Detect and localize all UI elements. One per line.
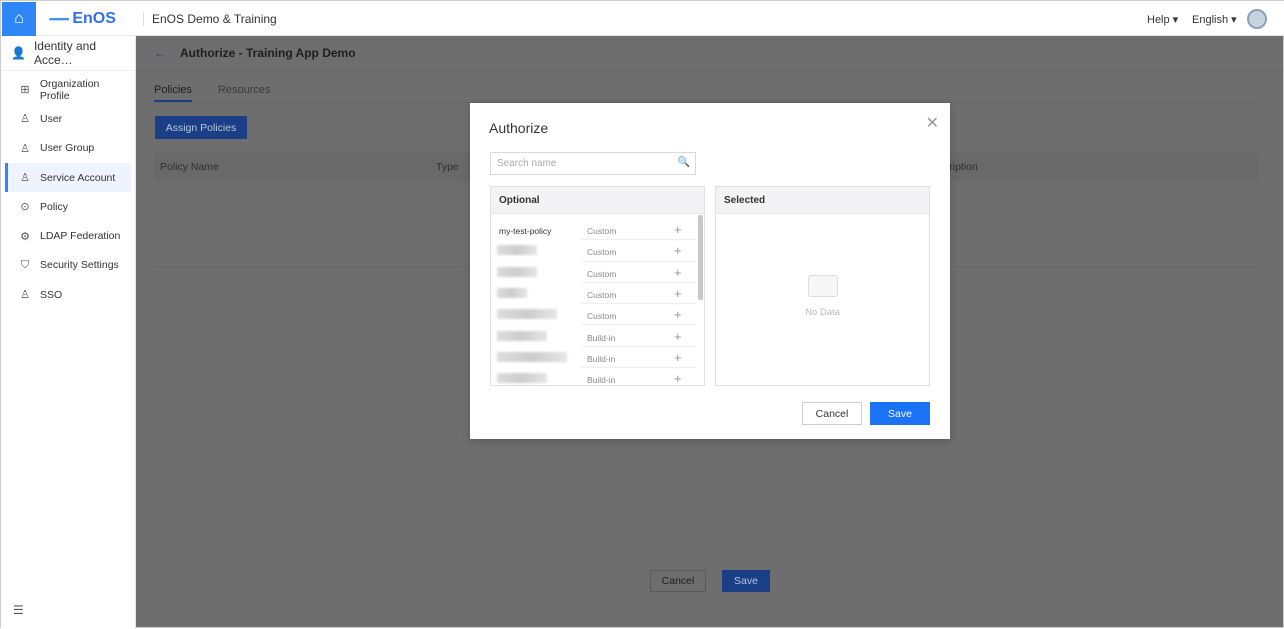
sidebar-item[interactable]: ⛉ Security Settings — [5, 251, 131, 280]
sidebar-item-label: User Group — [40, 142, 95, 155]
plus-icon[interactable]: + — [674, 371, 682, 386]
shield-icon: ⛉ — [20, 258, 30, 271]
tab-resources[interactable]: Resources — [218, 84, 271, 102]
blurred-policy-name — [497, 266, 537, 277]
optional-header: Optional — [491, 187, 704, 214]
policy-type: Custom — [587, 289, 617, 300]
list-item[interactable]: my-test-policy Custom + — [491, 219, 696, 241]
sidebar-item-label: LDAP Federation — [40, 230, 121, 243]
user-icon: ♙ — [20, 113, 30, 126]
plus-icon[interactable]: + — [674, 222, 682, 237]
policy-type: Custom — [587, 268, 617, 279]
list-item[interactable]: Build-in + — [491, 368, 696, 389]
column-type: Type — [436, 161, 459, 173]
authorize-dialog: Authorize ✕ Search name 🔍 Optional my-tes… — [470, 103, 950, 439]
help-menu[interactable]: Help ▾ — [1147, 13, 1178, 26]
policy-type: Build-in — [587, 375, 616, 386]
list-item[interactable]: Custom + — [491, 262, 696, 283]
policy-type: Custom — [587, 226, 617, 236]
blurred-policy-name — [497, 287, 527, 298]
blurred-policy-name — [497, 245, 537, 256]
policy-type: Build-in — [587, 332, 616, 343]
list-item[interactable]: Custom + — [491, 283, 696, 305]
sidebar-item-label: SSO — [40, 288, 63, 301]
search-placeholder: Search name — [497, 158, 557, 169]
assign-policies-button[interactable]: Assign Policies — [155, 116, 247, 139]
policy-type: Custom — [587, 311, 617, 322]
page-save-button[interactable]: Save — [722, 570, 770, 592]
plus-icon[interactable]: + — [674, 286, 682, 301]
sidebar-item[interactable]: ⚙ LDAP Federation — [5, 221, 131, 250]
sidebar-item[interactable]: ⊞ Organization Profile — [5, 75, 131, 104]
back-arrow-icon[interactable]: ← — [154, 46, 166, 60]
app-title: EnOS Demo & Training — [152, 12, 277, 26]
policy-icon: ⊙ — [20, 201, 30, 214]
collapse-menu-icon[interactable]: ☰ — [13, 603, 24, 617]
sidebar-item-label: Organization Profile — [39, 77, 100, 102]
column-policy-name: Policy Name — [160, 161, 219, 173]
save-button[interactable]: Save — [870, 402, 930, 425]
blurred-policy-name — [497, 373, 547, 384]
blurred-policy-name — [497, 309, 557, 320]
blurred-policy-name — [497, 330, 547, 341]
sidebar-item-label: Policy — [40, 200, 69, 213]
sidebar-item[interactable]: ♙ User Group — [5, 134, 131, 163]
sso-icon: ♙ — [20, 289, 30, 302]
policy-name: my-test-policy — [499, 226, 552, 236]
scrollbar[interactable] — [698, 215, 703, 300]
home-button[interactable]: ⌂ — [2, 2, 36, 36]
search-icon: 🔍 — [677, 157, 690, 168]
sidebar-header[interactable]: 👤 Identity and Acce… — [1, 36, 135, 71]
no-data-text: No Data — [805, 307, 840, 318]
enos-logo[interactable]: ••••••••• EnOS — [49, 10, 116, 28]
home-icon: ⌂ — [14, 10, 24, 27]
top-bar: ⌂ ••••••••• EnOS EnOS Demo & Training Hel… — [1, 1, 1284, 36]
divider — [143, 12, 144, 26]
plus-icon[interactable]: + — [674, 265, 682, 280]
plus-icon[interactable]: + — [674, 350, 682, 365]
sidebar-item-label: User — [40, 112, 63, 125]
list-item[interactable]: Custom + — [491, 304, 696, 326]
search-input[interactable]: Search name 🔍 — [490, 152, 696, 175]
plus-icon[interactable]: + — [674, 243, 682, 258]
service-account-icon: ♙ — [20, 172, 30, 185]
sidebar-item-label: Security Settings — [40, 259, 119, 272]
identity-icon: 👤 — [11, 46, 26, 60]
plus-icon[interactable]: + — [674, 329, 682, 344]
optional-panel: Optional my-test-policy Custom + Custom + Cus… — [490, 186, 705, 386]
sidebar-item[interactable]: ♙ User — [5, 104, 131, 133]
sidebar: 👤 Identity and Acce… ⊞ Organization Profil… — [1, 36, 136, 629]
page-title: Authorize - Training App Demo — [180, 46, 356, 60]
page-cancel-button[interactable]: Cancel — [650, 570, 706, 592]
org-icon: ⊞ — [20, 84, 30, 97]
avatar[interactable] — [1247, 9, 1267, 29]
selected-panel: Selected No Data — [715, 186, 930, 386]
sidebar-title: Identity and Acce… — [33, 39, 96, 67]
selected-header: Selected — [716, 187, 929, 214]
list-item[interactable]: Build-in + — [491, 326, 696, 347]
list-item[interactable]: Custom + — [491, 240, 696, 262]
empty-inbox-icon — [808, 275, 838, 297]
plus-icon[interactable]: + — [674, 307, 682, 322]
ldap-icon: ⚙ — [20, 230, 30, 243]
cancel-button[interactable]: Cancel — [802, 402, 862, 425]
dialog-title: Authorize — [489, 120, 549, 136]
sidebar-item-label: Service Account — [40, 171, 116, 184]
policy-type: Custom — [587, 247, 617, 258]
sidebar-item[interactable]: ♙ Service Account — [5, 162, 131, 193]
close-icon[interactable]: ✕ — [926, 113, 939, 133]
policy-type: Build-in — [587, 353, 616, 364]
sidebar-item[interactable]: ⊙ Policy — [5, 192, 131, 221]
logo-text: EnOS — [72, 10, 116, 27]
user-group-icon: ♙ — [20, 142, 30, 155]
tab-policies[interactable]: Policies — [154, 84, 192, 102]
language-menu[interactable]: English ▾ — [1192, 13, 1237, 26]
sidebar-item[interactable]: ♙ SSO — [5, 280, 131, 309]
list-item[interactable]: Build-in + — [491, 347, 696, 369]
blurred-policy-name — [497, 351, 567, 362]
